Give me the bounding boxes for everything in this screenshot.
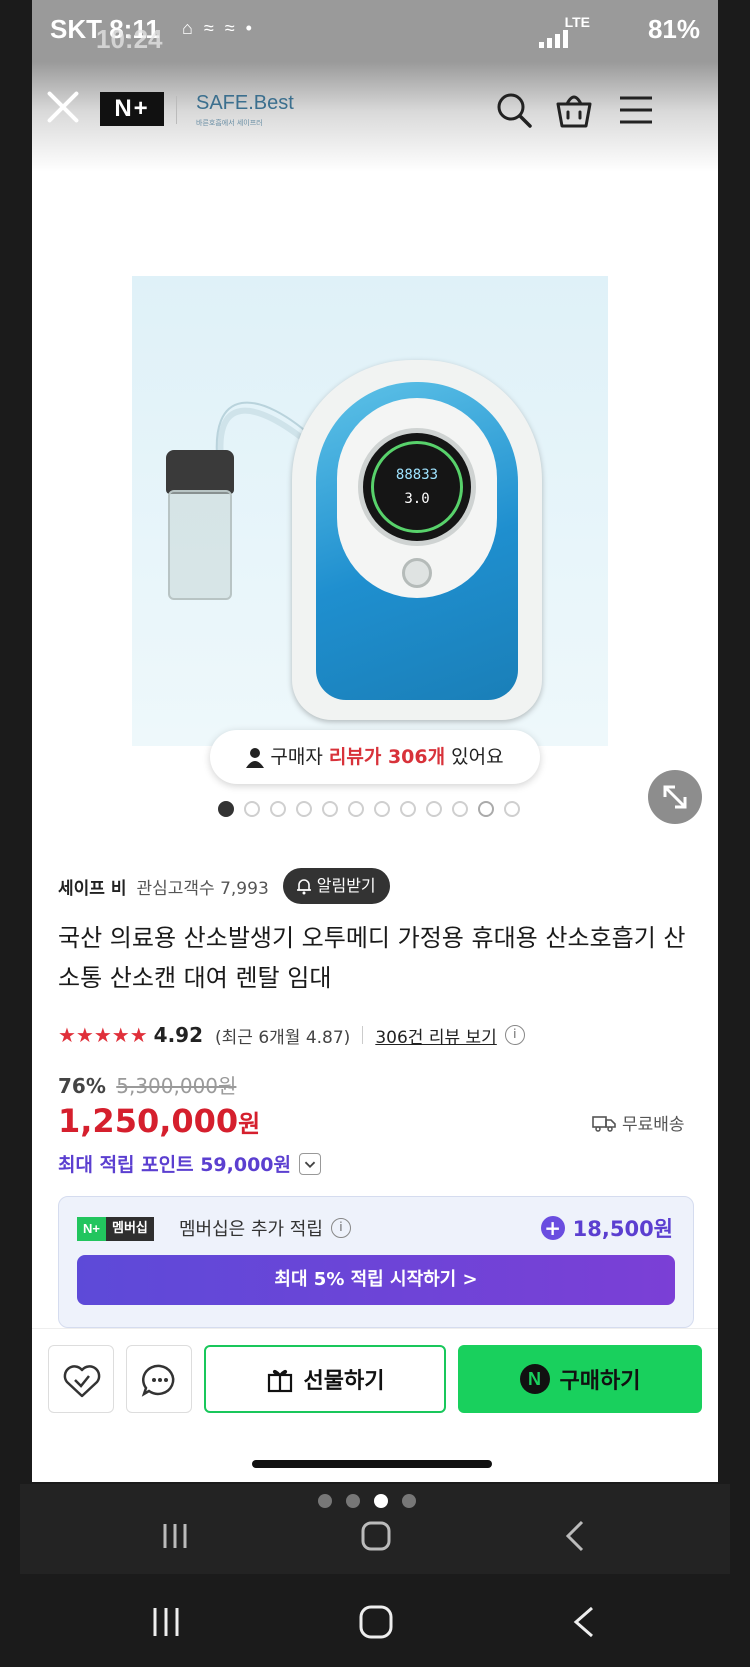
gallery-pagination [218,801,520,817]
gallery-dot[interactable] [374,801,390,817]
hamburger-menu-icon[interactable] [614,88,658,132]
search-icon[interactable] [492,88,536,132]
recent-apps-icon[interactable] [160,1516,190,1556]
discount-rate: 76% [58,1074,106,1098]
review-link[interactable]: 306건 리뷰 보기 [375,1023,496,1048]
home-icon[interactable] [354,1600,398,1644]
brand-divider [176,96,177,124]
membership-text-label: 멤버십은 추가 적립 [179,1219,323,1240]
points-row[interactable]: 최대 적립 포인트 59,000원 [58,1150,322,1177]
gallery-dot[interactable] [218,801,234,817]
sale-price-unit: 원 [238,1110,261,1138]
sale-price-value: 1,250,000 [58,1102,239,1140]
brand-subtitle: 바른호흡에서 세이프러 [196,119,263,127]
gift-icon [267,1369,292,1393]
close-icon[interactable] [44,88,82,126]
plus-icon: + [540,1216,565,1240]
chevron-down-icon[interactable] [299,1152,322,1175]
membership-cta-button[interactable]: 최대 5% 적립 시작하기 > [77,1255,675,1305]
display-value: 88833 [395,467,439,483]
bell-plus-icon [296,879,311,895]
status-bar: SKT 8:11 10:24 ⌂ ≈ ≈ • LTE 81% [32,0,718,62]
discount-row: 76% 5,300,000원 [58,1070,236,1099]
gallery-dot[interactable] [478,801,494,817]
heart-check-icon [63,1365,101,1398]
gift-button[interactable]: 선물하기 [204,1345,446,1413]
status-ghost-time: 10:24 [96,24,163,54]
gallery-dot[interactable] [270,801,286,817]
badge-nplus: N+ [77,1217,106,1241]
notification-icons: ⌂ ≈ ≈ • [182,18,255,38]
buyer-review-badge[interactable]: 구매자 리뷰가 306개 있어요 [210,730,540,784]
info-icon[interactable]: i [330,1218,351,1238]
brand-name[interactable]: SAFE.Best [196,92,294,115]
expand-icon[interactable] [648,770,702,824]
gallery-dot[interactable] [452,801,468,817]
display-flow: 3.0 [404,491,430,507]
bonus-amount: 18,500원 [572,1217,673,1241]
gallery-dot[interactable] [296,801,312,817]
back-icon[interactable] [568,1600,600,1644]
alarm-button[interactable]: 알림받기 [282,868,390,904]
membership-box: N+ 멤버십 멤버십은 추가 적립 i + 18,500원 최대 5% 적립 시… [58,1196,694,1328]
device-display: 88833 3.0 [358,428,476,546]
membership-text: 멤버십은 추가 적립 i [179,1215,351,1241]
badge-label: 멤버십 [105,1217,154,1241]
recent-rating: (최근 6개월 4.87) [215,1027,351,1048]
seller-name[interactable]: 세이프 비 [58,874,126,899]
gallery-dot[interactable] [504,801,520,817]
review-highlight: 리뷰가 306개 [328,746,446,768]
seller-row: 세이프 비 관심고객수 7,993 알림받기 [58,866,390,906]
original-price: 5,300,000원 [116,1074,237,1098]
buy-button[interactable]: N 구매하기 [458,1345,702,1413]
gallery-dot[interactable] [322,801,338,817]
oxygen-device-body: 88833 3.0 [292,360,542,720]
signal-icon [539,30,568,48]
gallery-dot[interactable] [348,801,364,817]
buy-label: 구매하기 [559,1369,641,1394]
shipping-info: 무료배송 [592,1110,685,1135]
review-suffix: 있어요 [451,746,504,768]
app-header: N+ SAFE.Best 바른호흡에서 세이프러 [32,62,718,172]
humidifier-bottle [162,450,238,600]
follower-count: 관심고객수 7,993 [136,878,269,899]
home-icon[interactable] [356,1516,396,1556]
gallery-dot[interactable] [400,801,416,817]
gallery-dot[interactable] [244,801,260,817]
back-icon[interactable] [560,1516,590,1556]
star-rating-icon: ★★★★★ [58,1023,148,1047]
browser-screen: SKT 8:11 10:24 ⌂ ≈ ≈ • LTE 81% N+ SAFE.B… [32,0,718,1482]
info-icon[interactable]: i [504,1025,525,1045]
network-type: LTE [564,14,590,30]
shopping-bag-icon[interactable] [552,88,596,132]
gallery-dot[interactable] [426,801,442,817]
membership-badge: N+ 멤버십 [77,1217,154,1241]
shipping-label: 무료배송 [622,1115,685,1135]
membership-bonus: + 18,500원 [540,1213,673,1243]
person-icon [246,747,265,768]
product-image[interactable]: 88833 3.0 [132,276,608,746]
naverpay-icon: N [519,1364,550,1394]
sale-price: 1,250,000원 [58,1102,260,1140]
truck-icon [592,1115,616,1132]
home-indicator[interactable] [252,1460,492,1468]
bottom-action-bar: 선물하기 N 구매하기 [32,1328,718,1428]
talk-button[interactable] [126,1345,192,1413]
points-label: 최대 적립 포인트 59,000원 [58,1154,292,1176]
review-prefix: 구매자 [270,746,323,768]
battery-level: 81% [647,14,700,44]
chat-bubble-icon [141,1364,175,1397]
product-title: 국산 의료용 산소발생기 오투메디 가정용 휴대용 산소호흡기 산소통 산소캔 … [58,924,686,992]
rating-divider [362,1026,364,1044]
rating-score: 4.92 [153,1023,204,1047]
wishlist-button[interactable] [48,1345,114,1413]
rating-row: ★★★★★ 4.92 (최근 6개월 4.87) 306건 리뷰 보기 i [58,1018,525,1052]
screen-page-dots [318,1494,416,1508]
nplus-logo[interactable]: N+ [100,92,164,126]
recent-apps-icon[interactable] [150,1600,182,1644]
gift-label: 선물하기 [303,1369,385,1394]
alarm-label: 알림받기 [316,876,376,895]
